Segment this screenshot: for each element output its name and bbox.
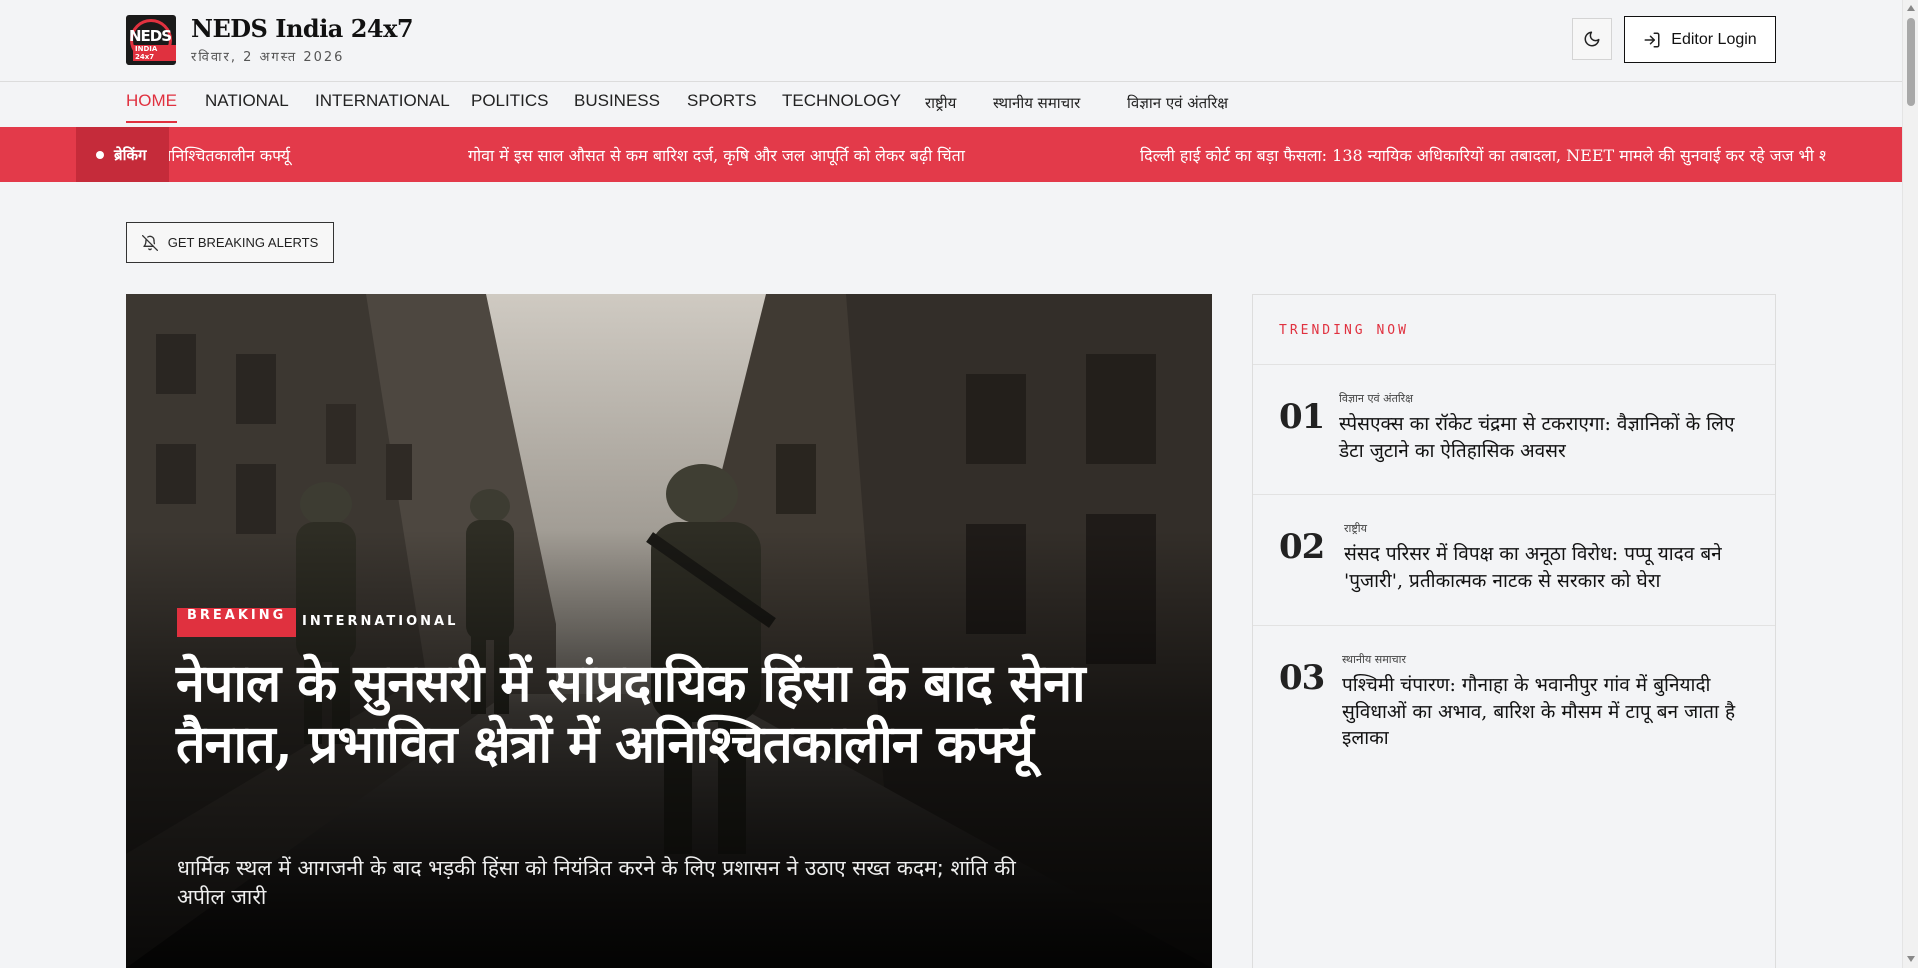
bell-off-icon: [141, 234, 158, 251]
nav-item-local-news[interactable]: स्थानीय समाचार: [993, 93, 1080, 113]
editor-login-label: Editor Login: [1671, 30, 1757, 48]
trending-rank: 01: [1279, 397, 1325, 437]
login-arrow-icon: [1644, 32, 1660, 47]
ticker-track: अनिश्चितकालीन कर्फ्यू गोवा में इस साल औस…: [169, 127, 1826, 182]
trending-rank: 03: [1279, 658, 1325, 698]
ticker-headline[interactable]: अनिश्चितकालीन कर्फ्यू: [169, 144, 290, 166]
nav-item-international[interactable]: INTERNATIONAL: [315, 91, 450, 111]
hero-story[interactable]: BREAKING INTERNATIONAL नेपाल के सुनसरी म…: [126, 294, 1212, 968]
nav-item-sports[interactable]: SPORTS: [687, 91, 757, 111]
trending-category: स्थानीय समाचार: [1342, 653, 1406, 666]
nav-item-national[interactable]: NATIONAL: [205, 91, 289, 111]
hero-category[interactable]: INTERNATIONAL: [302, 614, 458, 629]
breaking-ticker: ब्रेकिंग अनिश्चितकालीन कर्फ्यू गोवा में …: [0, 127, 1902, 182]
trending-rank: 02: [1279, 527, 1325, 567]
page-scrollbar[interactable]: [1902, 0, 1918, 968]
breaking-alerts-button[interactable]: GET BREAKING ALERTS: [126, 222, 334, 263]
ticker-label: ब्रेकिंग: [76, 127, 169, 182]
nav-item-home[interactable]: HOME: [126, 91, 177, 123]
ticker-headline[interactable]: गोवा में इस साल औसत से कम बारिश दर्ज, कृ…: [468, 144, 965, 166]
editor-login-button[interactable]: Editor Login: [1624, 16, 1776, 63]
main-nav: HOME NATIONAL INTERNATIONAL POLITICS BUS…: [0, 82, 1902, 126]
trending-category: राष्ट्रीय: [1344, 522, 1368, 535]
trending-item[interactable]: 01 विज्ञान एवं अंतरिक्ष स्पेसएक्स का रॉक…: [1253, 364, 1775, 495]
nav-item-rashtriya[interactable]: राष्ट्रीय: [925, 93, 956, 113]
scrollbar-thumb[interactable]: [1907, 18, 1915, 106]
nav-item-technology[interactable]: TECHNOLOGY: [782, 91, 901, 111]
trending-heading: TRENDING NOW: [1279, 323, 1409, 338]
hero-summary: धार्मिक स्थल में आगजनी के बाद भड़की हिंस…: [177, 856, 1016, 910]
trending-panel: TRENDING NOW 01 विज्ञान एवं अंतरिक्ष स्प…: [1252, 294, 1776, 968]
ticker-label-text: ब्रेकिंग: [114, 145, 147, 164]
site-title[interactable]: NEDS India 24x7: [191, 14, 414, 43]
trending-item[interactable]: 03 स्थानीय समाचार पश्चिमी चंपारण: गौनाहा…: [1253, 625, 1775, 786]
nav-item-politics[interactable]: POLITICS: [471, 91, 548, 111]
scroll-down-arrow-icon[interactable]: [1907, 956, 1915, 962]
trending-category: विज्ञान एवं अंतरिक्ष: [1339, 392, 1414, 405]
logo-sub: INDIA 24x7: [133, 45, 176, 61]
site-header: NEDS INDIA 24x7 NEDS India 24x7 रविवार, …: [0, 0, 1902, 82]
theme-toggle-button[interactable]: [1572, 18, 1612, 60]
trending-title[interactable]: पश्चिमी चंपारण: गौनाहा के भवानीपुर गांव …: [1342, 672, 1752, 752]
trending-title[interactable]: संसद परिसर में विपक्ष का अनूठा विरोध: पप…: [1344, 541, 1754, 594]
nav-item-business[interactable]: BUSINESS: [574, 91, 660, 111]
current-date: रविवार, 2 अगस्त 2026: [191, 50, 345, 65]
trending-title[interactable]: स्पेसएक्स का रॉकेट चंद्रमा से टकराएगा: व…: [1339, 411, 1749, 464]
breaking-alerts-label: GET BREAKING ALERTS: [167, 235, 319, 250]
breaking-badge: BREAKING: [177, 608, 297, 637]
logo-mark: NEDS: [129, 27, 172, 45]
trending-item[interactable]: 02 राष्ट्रीय संसद परिसर में विपक्ष का अन…: [1253, 494, 1775, 626]
nav-item-science-space[interactable]: विज्ञान एवं अंतरिक्ष: [1127, 93, 1228, 113]
site-logo[interactable]: NEDS INDIA 24x7: [126, 15, 176, 65]
hero-headline[interactable]: नेपाल के सुनसरी में सांप्रदायिक हिंसा के…: [176, 653, 1156, 776]
live-dot-icon: [96, 150, 104, 159]
moon-icon: [1584, 31, 1600, 47]
scroll-up-arrow-icon[interactable]: [1907, 5, 1915, 11]
ticker-headline[interactable]: दिल्ली हाई कोर्ट का बड़ा फैसला: 138 न्या…: [1140, 144, 1826, 166]
